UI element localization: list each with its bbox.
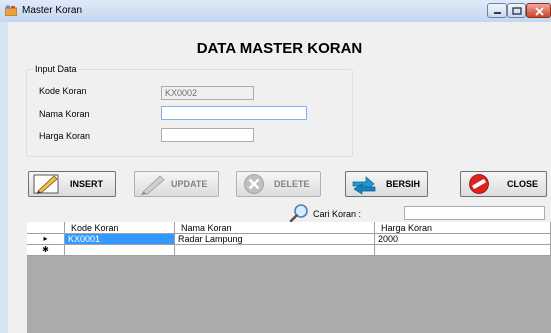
table-row[interactable]: ▸ KX0001 Radar Lampung 2000 [27,234,551,245]
table-cell[interactable] [175,245,375,256]
update-label: UPDATE [171,179,208,189]
title-bar[interactable]: Master Koran [0,0,551,22]
harga-koran-field[interactable] [161,128,254,142]
new-row-indicator[interactable]: ✱ [27,245,65,256]
kode-koran-field[interactable]: KX0002 [161,86,254,100]
bersih-button[interactable]: BERSIH [345,171,428,197]
column-header-nama[interactable]: Nama Koran [175,222,375,234]
window-close-button[interactable] [526,3,551,18]
pencil-icon [33,174,59,194]
table-cell[interactable]: 2000 [375,234,551,245]
delete-label: DELETE [274,179,310,189]
pencil-disabled-icon [141,175,165,195]
maximize-button[interactable] [507,3,526,18]
insert-button[interactable]: INSERT [28,171,116,197]
page-title: DATA MASTER KORAN [196,40,363,57]
close-icon [535,7,544,16]
column-header-harga[interactable]: Harga Koran [375,222,551,234]
nama-koran-field[interactable] [161,106,307,120]
close-label: CLOSE [507,179,539,189]
search-icon [289,204,308,223]
data-grid[interactable]: Kode Koran Nama Koran Harga Koran ▸ KX00… [27,222,551,333]
minimize-icon [494,12,501,14]
group-title: Input Data [33,64,79,74]
window-title: Master Koran [22,5,83,16]
refresh-icon [352,176,376,195]
table-cell[interactable] [65,245,175,256]
insert-label: INSERT [70,179,104,189]
app-icon [5,5,17,16]
grid-header: Kode Koran Nama Koran Harga Koran [27,222,551,234]
column-header-kode[interactable]: Kode Koran [65,222,175,234]
new-row[interactable]: ✱ [27,245,551,256]
table-cell[interactable] [375,245,551,256]
delete-button[interactable]: DELETE [236,171,321,197]
table-cell[interactable]: Radar Lampung [175,234,375,245]
table-cell[interactable]: KX0001 [65,234,175,245]
nama-koran-label: Nama Koran [39,109,90,119]
search-label: Cari Koran : [313,209,362,219]
bersih-label: BERSIH [386,179,421,189]
search-input[interactable] [404,206,545,220]
harga-koran-label: Harga Koran [39,131,91,141]
update-button[interactable]: UPDATE [134,171,219,197]
kode-koran-label: Kode Koran [39,86,87,96]
row-indicator[interactable]: ▸ [27,234,65,245]
no-entry-icon [469,174,489,194]
form-client-area: DATA MASTER KORAN Input Data Kode Koran … [8,22,551,333]
close-button[interactable]: CLOSE [460,171,547,197]
maximize-icon [512,7,522,15]
input-data-group: Input Data Kode Koran KX0002 Nama Koran … [26,64,353,157]
delete-disabled-icon [244,174,264,194]
row-header-corner [27,222,65,234]
minimize-button[interactable] [487,3,507,18]
